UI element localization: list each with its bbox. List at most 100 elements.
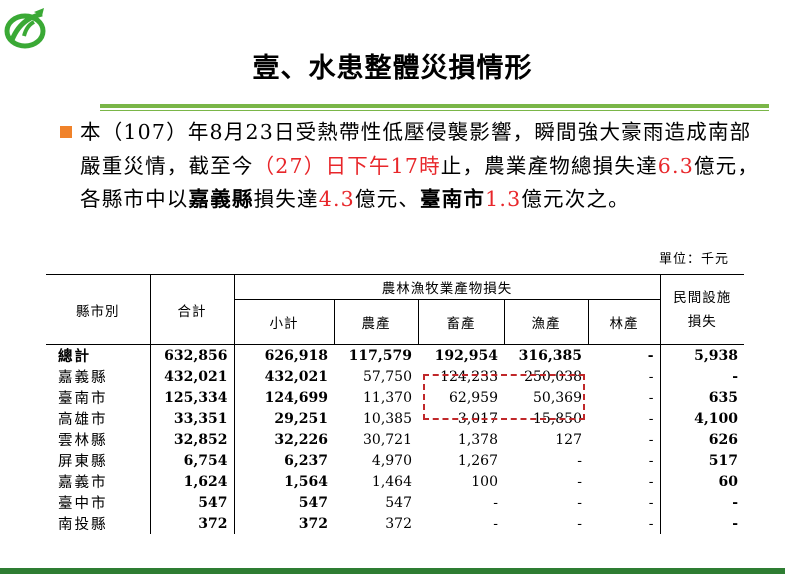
table-row: 總計 632,856 626,918 117,579 192,954 316,3… bbox=[46, 344, 744, 366]
table-row: 高雄市 33,351 29,251 10,385 3,017 15,850 - … bbox=[46, 408, 744, 429]
county-cell: 高雄市 bbox=[46, 408, 151, 429]
header-agri: 農產 bbox=[334, 299, 419, 345]
forest-cell: - bbox=[588, 492, 661, 513]
livestock-cell: 192,954 bbox=[434, 347, 498, 364]
livestock-cell: 1,378 bbox=[457, 431, 498, 448]
para-text-2: 止，農業產物總損失達 bbox=[440, 153, 658, 178]
table-row: 嘉義市 1,624 1,564 1,464 100 - - 60 bbox=[46, 471, 744, 492]
county-cell: 總計 bbox=[46, 344, 151, 366]
fishery-cell: - bbox=[577, 515, 582, 532]
county-cell: 雲林縣 bbox=[46, 429, 151, 450]
coa-logo-icon bbox=[4, 8, 46, 49]
total-cell: 33,351 bbox=[150, 408, 235, 429]
county-cell: 嘉義市 bbox=[46, 471, 151, 492]
header-civil: 民間設施損失 bbox=[660, 274, 744, 345]
table-row: 雲林縣 32,852 32,226 30,721 1,378 127 - 626 bbox=[46, 429, 744, 450]
table-row: 嘉義縣 432,021 432,021 57,750 124,233 250,0… bbox=[46, 366, 744, 387]
livestock-cell: - bbox=[493, 515, 498, 532]
header-total: 合計 bbox=[150, 274, 235, 345]
bullet-square-icon bbox=[60, 126, 72, 138]
para-text-6: 億元次之。 bbox=[521, 187, 630, 211]
damage-table: 縣市別 合計 農林漁牧業產物損失 民間設施損失 小計 農產 畜產 漁產 林產 總… bbox=[46, 274, 744, 534]
civil-cell: 4,100 bbox=[694, 410, 738, 427]
total-cell: 1,624 bbox=[150, 471, 235, 492]
highlight-dashed-box bbox=[423, 374, 585, 420]
para-deadline: （27）日下午17時 bbox=[253, 153, 441, 178]
para-tainan-loss: 1.3 bbox=[485, 187, 522, 211]
para-tainan: 臺南市 bbox=[420, 187, 486, 211]
subtotal-cell: 1,564 bbox=[284, 473, 328, 490]
civil-cell: - bbox=[732, 368, 738, 385]
agri-cell: 30,721 bbox=[363, 431, 412, 448]
fishery-cell: - bbox=[577, 473, 582, 490]
agri-cell: 372 bbox=[385, 515, 412, 532]
header-fishery: 漁產 bbox=[504, 299, 589, 345]
forest-cell: - bbox=[588, 471, 661, 492]
title-divider bbox=[100, 104, 769, 108]
table-row: 屏東縣 6,754 6,237 4,970 1,267 - - 517 bbox=[46, 450, 744, 471]
agri-cell: 10,385 bbox=[363, 410, 412, 427]
table-row: 臺南市 125,334 124,699 11,370 62,959 50,369… bbox=[46, 387, 744, 408]
fishery-cell: - bbox=[577, 494, 582, 511]
total-cell: 632,856 bbox=[150, 344, 235, 366]
subtotal-cell: 626,918 bbox=[264, 347, 328, 364]
forest-cell: - bbox=[588, 513, 661, 534]
civil-cell: - bbox=[732, 515, 738, 532]
title-divider-thin bbox=[100, 110, 769, 111]
para-chiayi-county: 嘉義縣 bbox=[188, 187, 254, 211]
table-row: 南投縣 372 372 372 - - - - bbox=[46, 513, 744, 534]
subtotal-cell: 6,237 bbox=[284, 452, 328, 469]
forest-cell: - bbox=[588, 450, 661, 471]
livestock-cell: - bbox=[493, 494, 498, 511]
total-cell: 547 bbox=[150, 492, 235, 513]
civil-cell: 635 bbox=[708, 389, 738, 406]
forest-cell: - bbox=[588, 408, 661, 429]
agri-cell: 547 bbox=[385, 494, 412, 511]
fishery-cell: - bbox=[577, 452, 582, 469]
header-forest: 林產 bbox=[588, 299, 661, 345]
subtotal-cell: 432,021 bbox=[264, 368, 328, 385]
subtotal-cell: 29,251 bbox=[274, 410, 328, 427]
header-subtotal: 小計 bbox=[234, 299, 335, 345]
unit-label: 單位：千元 bbox=[658, 252, 729, 267]
total-cell: 6,754 bbox=[150, 450, 235, 471]
agri-cell: 4,970 bbox=[371, 452, 412, 469]
county-cell: 臺南市 bbox=[46, 387, 151, 408]
table-row: 臺中市 547 547 547 - - - - bbox=[46, 492, 744, 513]
total-cell: 432,021 bbox=[150, 366, 235, 387]
civil-cell: 60 bbox=[718, 473, 738, 490]
para-total-loss: 6.3 bbox=[657, 153, 694, 178]
header-group: 農林漁牧業產物損失 bbox=[234, 274, 661, 300]
civil-cell: 517 bbox=[708, 452, 738, 469]
total-cell: 32,852 bbox=[150, 429, 235, 450]
forest-cell: - bbox=[588, 387, 661, 408]
livestock-cell: 1,267 bbox=[457, 452, 498, 469]
civil-cell: 5,938 bbox=[694, 347, 738, 364]
total-cell: 372 bbox=[150, 513, 235, 534]
total-cell: 125,334 bbox=[150, 387, 235, 408]
forest-cell: - bbox=[588, 366, 661, 387]
subtotal-cell: 372 bbox=[298, 515, 328, 532]
subtotal-cell: 32,226 bbox=[274, 431, 328, 448]
agri-cell: 11,370 bbox=[363, 389, 412, 406]
agri-cell: 1,464 bbox=[371, 473, 412, 490]
header-livestock: 畜產 bbox=[418, 299, 505, 345]
para-text-5: 億元、 bbox=[354, 187, 421, 211]
agri-cell: 57,750 bbox=[363, 368, 412, 385]
page-title: 壹、水患整體災損情形 bbox=[252, 53, 533, 84]
subtotal-cell: 547 bbox=[298, 494, 328, 511]
subtotal-cell: 124,699 bbox=[264, 389, 328, 406]
header-county: 縣市別 bbox=[46, 274, 151, 345]
fishery-cell: 127 bbox=[555, 431, 582, 448]
livestock-cell: 100 bbox=[471, 473, 498, 490]
county-cell: 南投縣 bbox=[46, 513, 151, 534]
civil-cell: 626 bbox=[708, 431, 738, 448]
para-text-4: 損失達 bbox=[253, 187, 319, 211]
county-cell: 屏東縣 bbox=[46, 450, 151, 471]
civil-cell: - bbox=[732, 494, 738, 511]
forest-cell: - bbox=[588, 344, 661, 366]
county-cell: 臺中市 bbox=[46, 492, 151, 513]
para-chiayi-loss: 4.3 bbox=[318, 187, 355, 211]
bottom-bar bbox=[0, 568, 785, 574]
agri-cell: 117,579 bbox=[348, 347, 412, 364]
